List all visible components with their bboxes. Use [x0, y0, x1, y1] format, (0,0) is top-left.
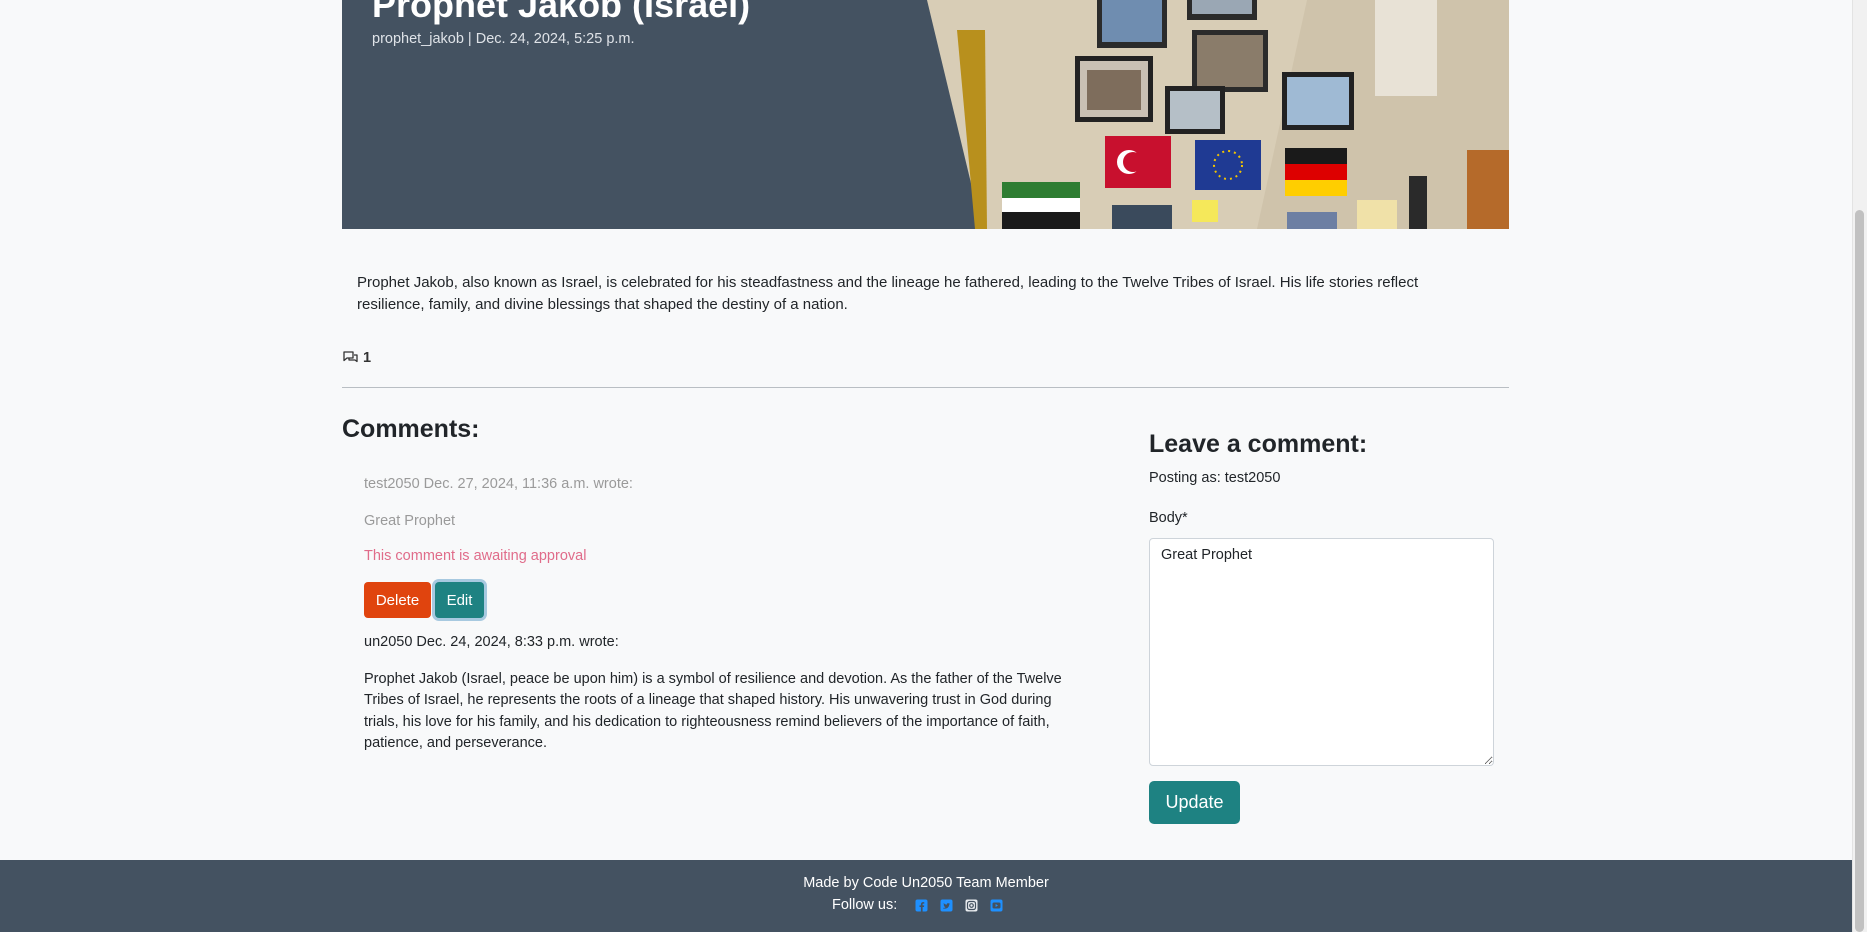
follow-us-label: Follow us: — [832, 897, 898, 913]
comment-meta: un2050 Dec. 24, 2024, 8:33 p.m. wrote: — [364, 634, 619, 650]
youtube-icon[interactable] — [990, 899, 1003, 912]
comment-item-pending: test2050 Dec. 27, 2024, 11:36 a.m. wrote… — [364, 474, 1074, 532]
comments-icon — [343, 351, 358, 363]
footer-credit: Made by Code Un2050 Team Member — [803, 875, 1049, 891]
post-featured-image — [927, 0, 1509, 229]
footer-social: Follow us: — [832, 897, 1003, 913]
comment-text: Great Prophet — [364, 512, 456, 529]
site-footer: Made by Code Un2050 Team Member Follow u… — [0, 860, 1852, 932]
section-divider — [342, 387, 1509, 388]
post-meta: prophet_jakob | Dec. 24, 2024, 5:25 p.m. — [372, 31, 635, 47]
post-title: Prophet Jakob (Israel) — [372, 0, 751, 25]
facebook-icon[interactable] — [915, 899, 928, 912]
posting-as-label: Posting as: test2050 — [1149, 470, 1281, 486]
post-content: Prophet Jakob, also known as Israel, is … — [357, 274, 1419, 313]
update-comment-button[interactable]: Update — [1149, 781, 1240, 824]
body-field-label: Body* — [1149, 510, 1188, 526]
edit-comment-button[interactable]: Edit — [435, 582, 484, 618]
awaiting-approval-note: This comment is awaiting approval — [364, 548, 587, 564]
comment-meta: test2050 Dec. 27, 2024, 11:36 a.m. wrote… — [364, 476, 633, 492]
comment-count-value: 1 — [363, 350, 372, 366]
delete-comment-button[interactable]: Delete — [364, 582, 431, 618]
comment-text: Prophet Jakob (Israel, peace be upon him… — [364, 670, 1062, 752]
post-masthead: Prophet Jakob (Israel) prophet_jakob | D… — [342, 0, 1509, 229]
comment-body-field[interactable]: Great Prophet — [1149, 538, 1494, 766]
comments-heading: Comments: — [342, 415, 480, 443]
comment-item: un2050 Dec. 24, 2024, 8:33 p.m. wrote: P… — [364, 632, 1074, 755]
twitter-icon[interactable] — [940, 899, 953, 912]
post-detail-page: Prophet Jakob (Israel) prophet_jakob | D… — [0, 0, 1852, 932]
leave-comment-heading: Leave a comment: — [1149, 430, 1368, 458]
page-scrollbar[interactable] — [1852, 0, 1867, 932]
comment-count: 1 — [342, 350, 371, 366]
instagram-icon[interactable] — [965, 899, 978, 912]
scrollbar-thumb[interactable] — [1855, 210, 1864, 932]
